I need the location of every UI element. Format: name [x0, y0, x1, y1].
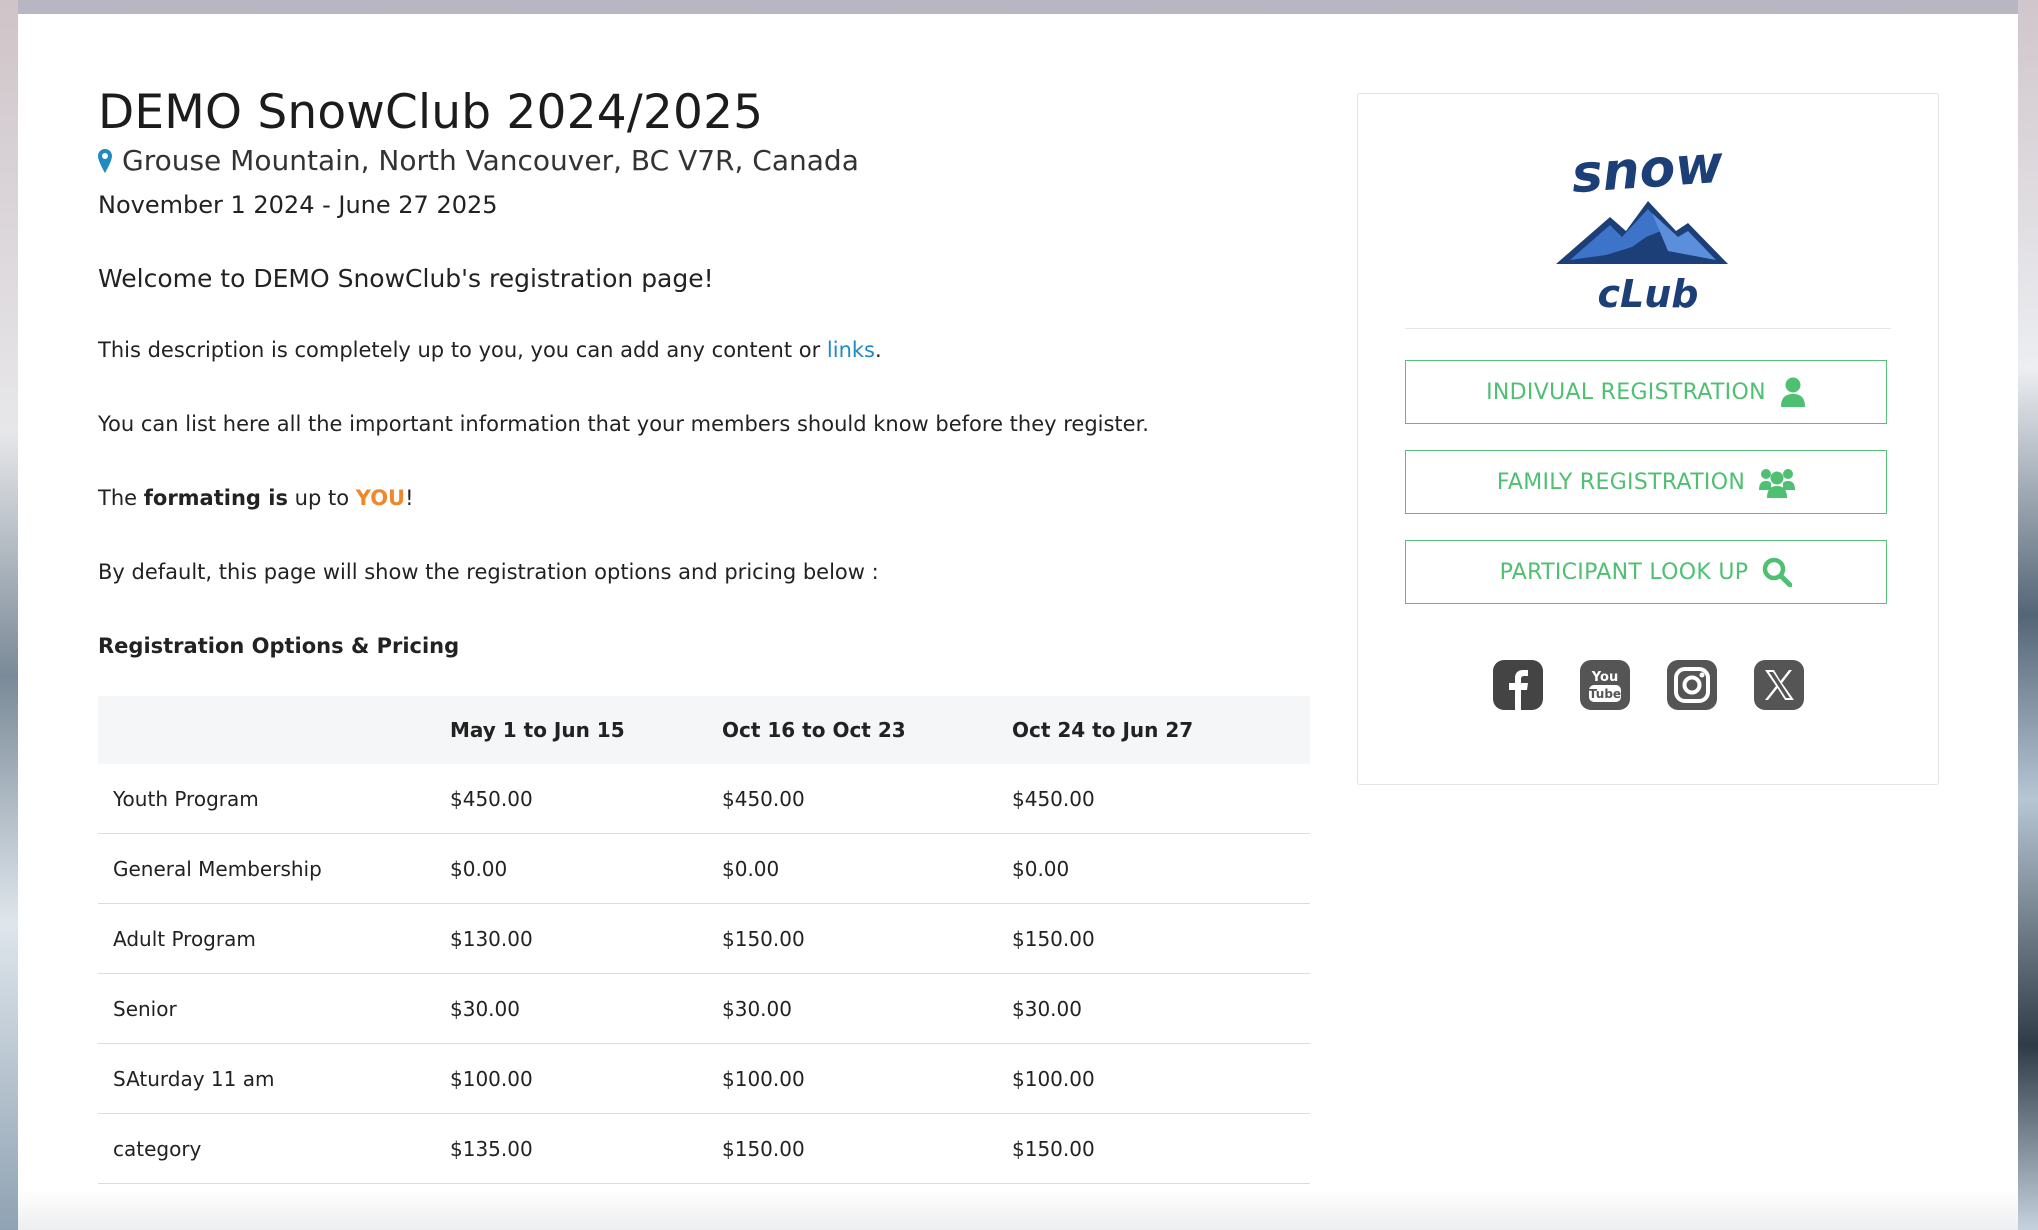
table-row: General Membership $0.00 $0.00 $0.00: [98, 833, 1310, 904]
logo-divider: [1405, 328, 1891, 329]
paragraph-text: up to: [294, 486, 350, 510]
button-label: FAMILY REGISTRATION: [1496, 469, 1746, 495]
option-name: General Membership: [98, 833, 450, 904]
price-cell: $0.00: [722, 833, 1012, 904]
page-title: DEMO SnowClub 2024/2025: [98, 85, 764, 140]
table-row: Senior $30.00 $30.00 $30.00: [98, 973, 1310, 1044]
table-row: Adult Program $130.00 $150.00 $150.00: [98, 903, 1310, 974]
header-cell: Oct 16 to Oct 23: [722, 718, 906, 742]
table-row: category $135.00 $150.00 $150.00: [98, 1113, 1310, 1184]
button-label: INDIVUAL REGISTRATION: [1486, 379, 1766, 405]
option-name: Youth Program: [98, 764, 450, 834]
svg-text:Tube: Tube: [1588, 687, 1620, 701]
background-right: [2018, 0, 2038, 1230]
price-cell: $100.00: [450, 1043, 722, 1114]
header-cell: [98, 696, 450, 764]
snowclub-logo: snow cLub: [1556, 139, 1728, 314]
price-cell: $150.00: [722, 1113, 1012, 1184]
family-registration-button[interactable]: FAMILY REGISTRATION: [1405, 450, 1887, 514]
price-cell: $30.00: [722, 973, 1012, 1044]
pricing-header-row: May 1 to Jun 15 Oct 16 to Oct 23 Oct 24 …: [98, 696, 1310, 764]
paragraph-text: .: [875, 338, 882, 362]
facebook-icon[interactable]: [1492, 660, 1543, 710]
price-cell: $450.00: [1012, 764, 1310, 834]
map-pin-icon: [98, 148, 112, 173]
price-cell: $30.00: [1012, 973, 1310, 1044]
paragraph-text: The: [98, 486, 138, 510]
header-cell: May 1 to Jun 15: [450, 718, 625, 742]
description-paragraph-1: This description is completely up to you…: [98, 338, 1328, 362]
pricing-table: May 1 to Jun 15 Oct 16 to Oct 23 Oct 24 …: [98, 696, 1310, 1184]
instagram-icon[interactable]: [1666, 660, 1717, 710]
button-label: PARTICIPANT LOOK UP: [1499, 559, 1749, 585]
pricing-title: Registration Options & Pricing: [98, 634, 460, 658]
social-links: You Tube: [1358, 660, 1938, 710]
description-link[interactable]: links: [827, 338, 875, 362]
option-name: SAturday 11 am: [98, 1043, 450, 1114]
description-paragraph-4: By default, this page will show the regi…: [98, 560, 879, 584]
price-cell: $0.00: [1012, 833, 1310, 904]
price-cell: $100.00: [1012, 1043, 1310, 1114]
price-cell: $130.00: [450, 903, 722, 974]
youtube-icon[interactable]: You Tube: [1579, 660, 1630, 710]
event-location: Grouse Mountain, North Vancouver, BC V7R…: [98, 144, 1328, 177]
option-name: category: [98, 1113, 450, 1184]
table-row: SAturday 11 am $100.00 $100.00 $100.00: [98, 1043, 1310, 1114]
users-icon: [1759, 469, 1796, 498]
welcome-text: Welcome to DEMO SnowClub's registration …: [98, 264, 714, 293]
paragraph-text: This description is completely up to you…: [98, 338, 821, 362]
price-cell: $450.00: [722, 764, 1012, 834]
event-main: DEMO SnowClub 2024/2025 Grouse Mountain,…: [98, 84, 1328, 1184]
price-cell: $0.00: [450, 833, 722, 904]
price-cell: $150.00: [722, 903, 1012, 974]
search-icon: [1763, 557, 1793, 587]
option-name: Adult Program: [98, 903, 450, 974]
logo-text-bottom: cLub: [1598, 272, 1699, 314]
svg-text:You: You: [1590, 670, 1617, 685]
user-icon: [1780, 377, 1805, 407]
logo-text-top: snow: [1570, 139, 1727, 205]
price-cell: $150.00: [1012, 903, 1310, 974]
header-cell: Oct 24 to Jun 27: [1012, 718, 1194, 742]
location-text: Grouse Mountain, North Vancouver, BC V7R…: [122, 144, 859, 177]
x-icon[interactable]: [1753, 660, 1804, 710]
highlight-you: YOU: [355, 486, 406, 510]
registration-sidebar: snow cLub INDIVUAL REGISTRATION FAMILY R…: [1357, 93, 1939, 785]
event-dates: November 1 2024 - June 27 2025: [98, 191, 498, 219]
description-paragraph-3: The formating is up to YOU!: [98, 486, 1328, 510]
paragraph-text: !: [405, 486, 414, 510]
option-name: Senior: [98, 973, 450, 1044]
table-row: Youth Program $450.00 $450.00 $450.00: [98, 764, 1310, 834]
price-cell: $450.00: [450, 764, 722, 834]
background-left: [0, 0, 18, 1230]
individual-registration-button[interactable]: INDIVUAL REGISTRATION: [1405, 360, 1887, 424]
bottom-fade: [18, 1190, 2018, 1230]
bold-text: formating is: [143, 486, 288, 510]
price-cell: $135.00: [450, 1113, 722, 1184]
price-cell: $100.00: [722, 1043, 1012, 1114]
description-paragraph-2: You can list here all the important info…: [98, 412, 1149, 436]
participant-lookup-button[interactable]: PARTICIPANT LOOK UP: [1405, 540, 1887, 604]
content-card: DEMO SnowClub 2024/2025 Grouse Mountain,…: [18, 14, 2018, 1230]
price-cell: $150.00: [1012, 1113, 1310, 1184]
price-cell: $30.00: [450, 973, 722, 1044]
